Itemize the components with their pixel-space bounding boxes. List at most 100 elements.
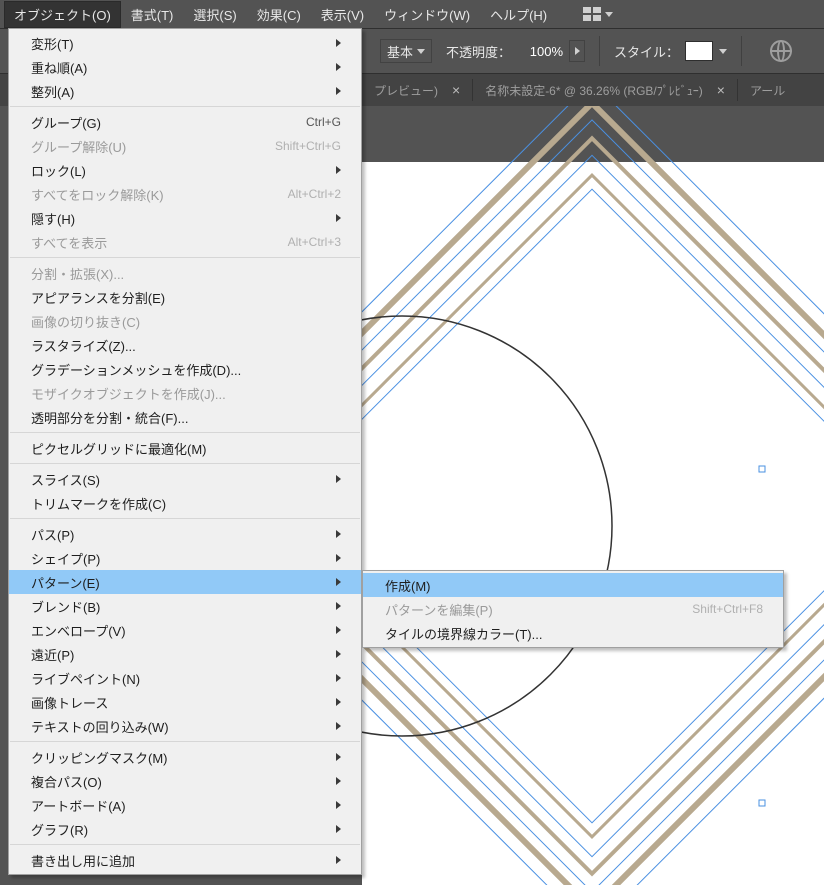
menu-item-label: 遠近(P)	[31, 645, 74, 664]
submenu-caret-icon	[336, 626, 341, 634]
menu-separator	[10, 432, 360, 433]
menu-item[interactable]: ピクセルグリッドに最適化(M)	[9, 436, 361, 460]
submenu-item: パターンを編集(P) Shift+Ctrl+F8	[363, 597, 783, 621]
menu-item[interactable]: 複合パス(O)	[9, 769, 361, 793]
submenu-caret-icon	[336, 475, 341, 483]
canvas[interactable]	[362, 106, 824, 885]
menu-item-label: モザイクオブジェクトを作成(J)...	[31, 384, 226, 403]
menu-item-shortcut: Alt+Ctrl+2	[288, 187, 341, 201]
document-tab[interactable]: 名称未設定-6* @ 36.26% (RGB/ﾌﾟﾚﾋﾞｭｰ) ×	[473, 74, 737, 106]
workspace-switcher[interactable]	[583, 7, 613, 21]
menubar-item-type[interactable]: 書式(T)	[121, 1, 184, 28]
menu-item[interactable]: 重ね順(A)	[9, 55, 361, 79]
menu-item[interactable]: 書き出し用に追加	[9, 848, 361, 872]
menu-item[interactable]: エンベロープ(V)	[9, 618, 361, 642]
submenu-item-shortcut: Shift+Ctrl+F8	[692, 602, 763, 616]
menu-item: 画像の切り抜き(C)	[9, 309, 361, 333]
menu-item-label: グラフ(R)	[31, 820, 88, 839]
arrow-right-icon	[575, 47, 580, 55]
menu-item[interactable]: グラフ(R)	[9, 817, 361, 841]
menu-item[interactable]: スライス(S)	[9, 467, 361, 491]
submenu-caret-icon	[336, 650, 341, 658]
menu-item-label: 変形(T)	[31, 34, 74, 53]
submenu-caret-icon	[336, 39, 341, 47]
pattern-submenu: 作成(M) パターンを編集(P) Shift+Ctrl+F8 タイルの境界線カラー(T…	[362, 570, 784, 648]
document-setup-icon[interactable]	[770, 40, 792, 62]
document-tab[interactable]: アール	[738, 74, 797, 106]
menu-item[interactable]: ブレンド(B)	[9, 594, 361, 618]
chevron-down-icon[interactable]	[719, 49, 727, 54]
submenu-caret-icon	[336, 214, 341, 222]
menu-item-label: 重ね順(A)	[31, 58, 87, 77]
menubar-item-window[interactable]: ウィンドウ(W)	[374, 1, 480, 28]
menu-item: すべてをロック解除(K)Alt+Ctrl+2	[9, 182, 361, 206]
style-label: スタイル：	[614, 42, 679, 61]
tab-title: 名称未設定-6* @ 36.26% (RGB/ﾌﾟﾚﾋﾞｭｰ)	[485, 82, 703, 99]
menu-item-label: スライス(S)	[31, 470, 100, 489]
menu-item-label: 整列(A)	[31, 82, 74, 101]
menu-item-label: ブレンド(B)	[31, 597, 100, 616]
menu-item-label: クリッピングマスク(M)	[31, 748, 168, 767]
menu-item[interactable]: 隠す(H)	[9, 206, 361, 230]
menu-item-label: グラデーションメッシュを作成(D)...	[31, 360, 241, 379]
menu-item[interactable]: グループ(G)Ctrl+G	[9, 110, 361, 134]
submenu-caret-icon	[336, 554, 341, 562]
menu-item-label: 画像の切り抜き(C)	[31, 312, 140, 331]
close-icon[interactable]: ×	[717, 82, 725, 98]
menu-separator	[10, 463, 360, 464]
menu-item[interactable]: アピアランスを分割(E)	[9, 285, 361, 309]
menu-item-label: グループ解除(U)	[31, 137, 126, 156]
close-icon[interactable]: ×	[452, 82, 460, 98]
menu-item[interactable]: 透明部分を分割・統合(F)...	[9, 405, 361, 429]
menu-item[interactable]: 画像トレース	[9, 690, 361, 714]
submenu-item-label: パターンを編集(P)	[385, 600, 493, 619]
menu-item: グループ解除(U) Shift+Ctrl+G	[9, 134, 361, 158]
preset-dropdown[interactable]: 基本	[380, 39, 432, 63]
menubar-item-effect[interactable]: 効果(C)	[247, 1, 311, 28]
workspace-icon	[583, 7, 601, 21]
menubar-item-help[interactable]: ヘルプ(H)	[480, 1, 557, 28]
menu-item[interactable]: 遠近(P)	[9, 642, 361, 666]
menu-item-shortcut: Shift+Ctrl+G	[275, 139, 341, 153]
submenu-caret-icon	[336, 578, 341, 586]
menu-item-label: グループ(G)	[31, 113, 101, 132]
menu-item[interactable]: パス(P)	[9, 522, 361, 546]
menu-item-label: 書き出し用に追加	[31, 851, 135, 870]
menu-item: モザイクオブジェクトを作成(J)...	[9, 381, 361, 405]
menu-item: 分割・拡張(X)...	[9, 261, 361, 285]
menubar: オブジェクト(O) 書式(T) 選択(S) 効果(C) 表示(V) ウィンドウ(…	[0, 0, 824, 28]
menu-item[interactable]: アートボード(A)	[9, 793, 361, 817]
menu-item[interactable]: 変形(T)	[9, 31, 361, 55]
document-tab[interactable]: プレビュー) ×	[362, 74, 472, 106]
menu-item-label: すべてを表示	[31, 233, 107, 252]
menu-item-label: パターン(E)	[31, 573, 100, 592]
menu-item-label: エンベロープ(V)	[31, 621, 126, 640]
menu-item[interactable]: パターン(E)	[9, 570, 361, 594]
submenu-caret-icon	[336, 602, 341, 610]
menubar-item-object[interactable]: オブジェクト(O)	[4, 1, 121, 28]
menu-item[interactable]: グラデーションメッシュを作成(D)...	[9, 357, 361, 381]
separator	[741, 36, 742, 66]
menu-item-label: ロック(L)	[31, 161, 86, 180]
menu-item[interactable]: 整列(A)	[9, 79, 361, 103]
menu-item-label: シェイプ(P)	[31, 549, 100, 568]
menu-item[interactable]: ライブペイント(N)	[9, 666, 361, 690]
menu-item[interactable]: ロック(L)	[9, 158, 361, 182]
submenu-caret-icon	[336, 825, 341, 833]
submenu-caret-icon	[336, 753, 341, 761]
menu-item[interactable]: シェイプ(P)	[9, 546, 361, 570]
menu-item[interactable]: ラスタライズ(Z)...	[9, 333, 361, 357]
object-menu: 変形(T) 重ね順(A) 整列(A) グループ(G)Ctrl+G グループ解除(U) Sh…	[8, 28, 362, 875]
submenu-item[interactable]: 作成(M)	[363, 573, 783, 597]
submenu-item[interactable]: タイルの境界線カラー(T)...	[363, 621, 783, 645]
style-swatch[interactable]	[685, 41, 713, 61]
menu-separator	[10, 741, 360, 742]
tab-title: プレビュー)	[374, 82, 438, 99]
opacity-step-button[interactable]	[569, 40, 585, 62]
menu-item[interactable]: トリムマークを作成(C)	[9, 491, 361, 515]
opacity-input[interactable]	[517, 44, 563, 59]
menubar-item-select[interactable]: 選択(S)	[183, 1, 246, 28]
menu-item[interactable]: クリッピングマスク(M)	[9, 745, 361, 769]
menubar-item-view[interactable]: 表示(V)	[311, 1, 374, 28]
menu-item[interactable]: テキストの回り込み(W)	[9, 714, 361, 738]
